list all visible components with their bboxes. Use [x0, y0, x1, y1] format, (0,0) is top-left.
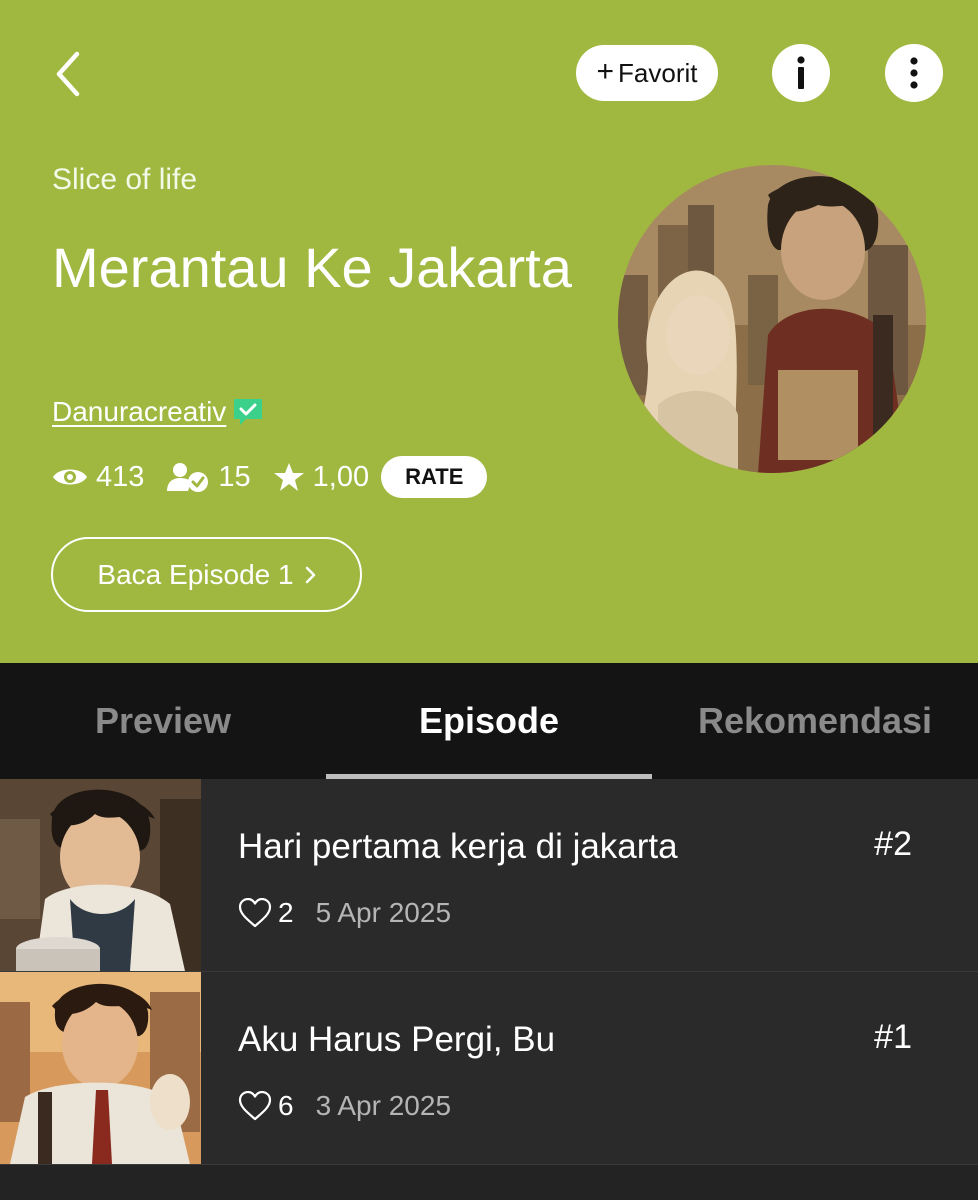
stats-row: 413 15 1,00 RATE	[52, 456, 488, 498]
episode-title: Aku Harus Pergi, Bu	[238, 1020, 556, 1059]
tab-episode[interactable]: Episode	[326, 663, 652, 779]
episode-title: Hari pertama kerja di jakarta	[238, 827, 678, 866]
subscribers-stat: 15	[166, 460, 251, 494]
chevron-right-icon	[305, 566, 315, 583]
read-episode-button[interactable]: Baca Episode 1	[51, 537, 362, 612]
series-title: Merantau Ke Jakarta	[52, 236, 572, 299]
likes-count: 2	[278, 897, 294, 928]
more-vertical-icon	[910, 57, 918, 89]
subscribers-icon	[167, 463, 209, 492]
author-row: Danuracreativ	[52, 396, 264, 428]
episode-thumbnail	[0, 779, 201, 971]
favorite-button[interactable]: + Favorit	[576, 45, 718, 101]
episode-likes: 2	[238, 897, 294, 929]
tab-preview[interactable]: Preview	[0, 663, 326, 779]
read-episode-label: Baca Episode 1	[97, 558, 294, 590]
tab-rekomendasi[interactable]: Rekomendasi	[652, 663, 978, 779]
heart-icon	[238, 1091, 272, 1121]
verified-icon	[234, 399, 263, 425]
episode-date: 3 Apr 2025	[315, 1090, 452, 1121]
episode-date: 5 Apr 2025	[315, 897, 452, 928]
info-button[interactable]	[772, 44, 830, 102]
episode-item[interactable]: Aku Harus Pergi, Bu #1 6 3 Apr 2025	[0, 972, 978, 1165]
series-cover-image	[618, 165, 926, 473]
episode-item[interactable]: Hari pertama kerja di jakarta #2 2 5 Apr…	[0, 779, 978, 972]
episode-thumbnail	[0, 972, 201, 1164]
episode-info: Aku Harus Pergi, Bu #1 6 3 Apr 2025	[201, 972, 978, 1164]
views-count: 413	[96, 460, 145, 493]
tab-bar: Preview Episode Rekomendasi	[0, 663, 978, 779]
episode-number: #1	[874, 1018, 912, 1056]
more-options-button[interactable]	[885, 44, 943, 102]
episode-meta: 6 3 Apr 2025	[238, 1090, 451, 1122]
genre-label: Slice of life	[52, 163, 198, 196]
rate-button[interactable]: RATE	[381, 456, 488, 498]
eye-icon	[53, 469, 87, 485]
back-button[interactable]	[40, 44, 96, 104]
episode-list: Hari pertama kerja di jakarta #2 2 5 Apr…	[0, 779, 978, 1165]
rating-value: 1,00	[312, 460, 370, 493]
views-stat: 413	[52, 461, 144, 494]
author-link[interactable]: Danuracreativ	[52, 396, 226, 428]
favorite-label: Favorit	[618, 57, 698, 88]
episode-meta: 2 5 Apr 2025	[238, 897, 451, 929]
episode-info: Hari pertama kerja di jakarta #2 2 5 Apr…	[201, 779, 978, 971]
heart-icon	[238, 898, 272, 928]
subscribers-count: 15	[218, 460, 251, 493]
episode-number: #2	[874, 825, 912, 863]
plus-icon: +	[596, 55, 615, 88]
star-icon	[273, 463, 304, 491]
series-header: + Favorit Slice of life Merantau Ke Jaka…	[0, 0, 978, 663]
back-icon	[56, 51, 80, 97]
likes-count: 6	[278, 1090, 294, 1121]
info-icon	[797, 56, 805, 89]
rating-stat: 1,00	[273, 461, 369, 494]
episode-likes: 6	[238, 1090, 294, 1122]
